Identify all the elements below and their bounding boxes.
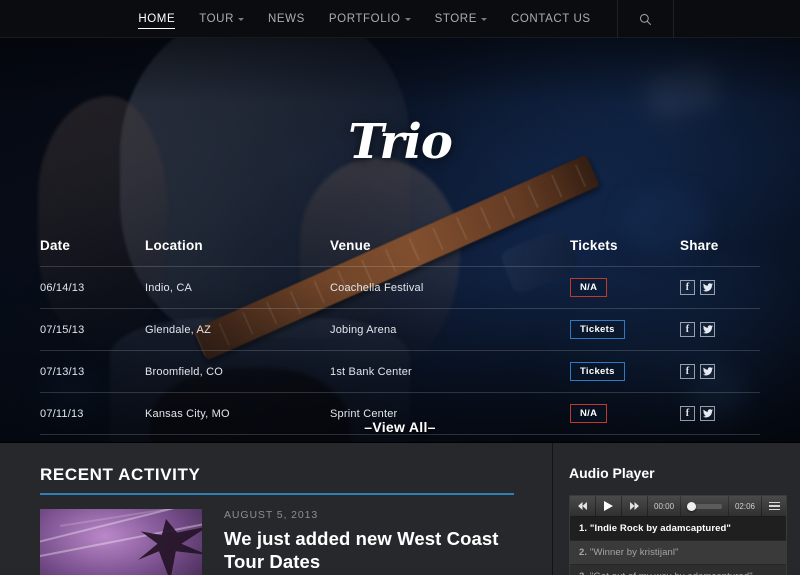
twitter-bird-icon — [702, 283, 713, 292]
current-time-label: 00:00 — [648, 496, 682, 516]
active-underline — [138, 28, 176, 29]
sidebar-column: Audio Player 00:00 02:06 1. "Indie Rock … — [553, 443, 800, 575]
top-navigation-bar: HOME TOUR NEWS PORTFOLIO STORE CONTACT U… — [0, 0, 800, 38]
audio-player-widget: 00:00 02:06 1. "Indie Rock by adamcaptur… — [569, 495, 787, 575]
playlist-item[interactable]: 2. "Winner by kristijanl" — [570, 541, 786, 565]
share-group: f — [680, 364, 760, 379]
seek-slider[interactable] — [681, 496, 728, 516]
lower-section: RECENT ACTIVITY AUGUST 5, 2013 We just a… — [0, 442, 800, 575]
post-title[interactable]: We just added new West Coast Tour Dates — [224, 528, 514, 573]
table-row: 07/13/13 Broomfield, CO 1st Bank Center … — [40, 350, 760, 393]
ticket-button[interactable]: N/A — [570, 278, 608, 297]
playlist-icon[interactable] — [762, 496, 786, 516]
chevron-down-icon — [238, 18, 244, 21]
site-logo[interactable]: Trio — [0, 114, 800, 170]
cell-share: f — [680, 308, 760, 351]
player-controls-bar: 00:00 02:06 — [570, 496, 786, 517]
twitter-bird-icon — [702, 409, 713, 418]
seek-track — [695, 503, 722, 509]
column-header-date: Date — [40, 238, 71, 253]
column-header-tickets: Tickets — [570, 238, 618, 253]
nav-label: STORE — [434, 13, 477, 25]
cell-share: f — [680, 266, 760, 309]
forward-glyph — [630, 502, 639, 510]
track-number: 1. — [579, 523, 588, 534]
section-title-recent-activity: RECENT ACTIVITY — [40, 465, 201, 484]
twitter-share-icon[interactable] — [700, 364, 715, 379]
ticket-button[interactable]: Tickets — [570, 320, 625, 339]
post-thumbnail[interactable] — [40, 509, 202, 575]
table-header-row: Date Location Venue Tickets Share — [40, 238, 760, 267]
search-icon — [639, 13, 651, 25]
cell-location: Glendale, AZ — [145, 308, 330, 351]
track-number: 2. — [579, 547, 588, 558]
ticket-button[interactable]: Tickets — [570, 362, 625, 381]
total-time-label: 02:06 — [727, 496, 762, 516]
chevron-down-icon — [480, 18, 487, 21]
nav-label: NEWS — [268, 13, 305, 25]
nav-item-tour[interactable]: TOUR — [187, 0, 256, 38]
play-glyph — [604, 501, 613, 511]
cell-date: 07/15/13 — [40, 308, 145, 351]
facebook-share-icon[interactable]: f — [680, 322, 695, 337]
twitter-bird-icon — [702, 325, 713, 334]
facebook-share-icon[interactable]: f — [680, 364, 695, 379]
playlist-item[interactable]: 1. "Indie Rock by adamcaptured" — [570, 517, 786, 541]
track-title: "Winner by kristijanl" — [589, 547, 679, 558]
tour-dates-table: Date Location Venue Tickets Share 06/14/… — [40, 238, 760, 435]
seek-handle[interactable] — [687, 501, 697, 511]
title-divider — [40, 493, 514, 495]
track-title: "Get out of my way by adamcaptured" — [590, 571, 753, 575]
share-group: f — [680, 280, 760, 295]
cell-date: 06/14/13 — [40, 266, 145, 309]
view-all-link[interactable]: –View All– — [0, 419, 800, 435]
table-row: 07/15/13 Glendale, AZ Jobing Arena Ticke… — [40, 308, 760, 351]
table-row: 06/14/13 Indio, CA Coachella Festival N/… — [40, 266, 760, 309]
cell-location: Indio, CA — [145, 266, 330, 309]
search-button[interactable] — [616, 0, 674, 38]
nav-item-contact-us[interactable]: CONTACT US — [499, 0, 603, 38]
nav-label: HOME — [138, 13, 176, 25]
widget-title-audio-player: Audio Player — [569, 465, 655, 481]
cell-share: f — [680, 350, 760, 393]
recent-activity-column: RECENT ACTIVITY AUGUST 5, 2013 We just a… — [0, 443, 553, 575]
column-header-location: Location — [145, 238, 203, 253]
share-group: f — [680, 322, 760, 337]
column-header-share: Share — [680, 238, 719, 253]
nav-label: CONTACT US — [510, 13, 591, 25]
track-title: "Indie Rock by adamcaptured" — [589, 523, 732, 534]
post-date: AUGUST 5, 2013 — [224, 509, 319, 521]
column-header-venue: Venue — [330, 238, 371, 253]
nav-item-portfolio[interactable]: PORTFOLIO — [317, 0, 423, 38]
facebook-share-icon[interactable]: f — [680, 280, 695, 295]
cell-location: Broomfield, CO — [145, 350, 330, 393]
cell-venue: 1st Bank Center — [330, 350, 570, 393]
nav-label: PORTFOLIO — [328, 13, 401, 25]
cell-date: 07/13/13 — [40, 350, 145, 393]
track-number: 3. — [579, 571, 587, 575]
fast-forward-icon[interactable] — [622, 496, 648, 516]
hero-section: Trio Date Location Venue Tickets Share 0… — [0, 38, 800, 442]
chevron-down-icon — [404, 18, 411, 21]
play-icon[interactable] — [596, 496, 622, 516]
nav-label: TOUR — [199, 13, 234, 25]
nav-item-home[interactable]: HOME — [126, 0, 187, 38]
main-nav: HOME TOUR NEWS PORTFOLIO STORE CONTACT U… — [126, 0, 674, 38]
twitter-bird-icon — [702, 367, 713, 376]
cell-tickets: Tickets — [570, 308, 680, 351]
playlist-item[interactable]: 3. "Get out of my way by adamcaptured" — [570, 565, 786, 575]
post-item: AUGUST 5, 2013 We just added new West Co… — [40, 509, 514, 575]
rewind-icon[interactable] — [570, 496, 596, 516]
stage-rig-silhouette — [138, 519, 202, 575]
nav-item-store[interactable]: STORE — [423, 0, 499, 38]
rewind-glyph — [578, 502, 587, 510]
cell-venue: Jobing Arena — [330, 308, 570, 351]
cell-venue: Coachella Festival — [330, 266, 570, 309]
twitter-share-icon[interactable] — [700, 280, 715, 295]
cell-tickets: Tickets — [570, 350, 680, 393]
nav-item-news[interactable]: NEWS — [256, 0, 317, 38]
twitter-share-icon[interactable] — [700, 322, 715, 337]
post-text: AUGUST 5, 2013 We just added new West Co… — [224, 509, 514, 575]
cell-tickets: N/A — [570, 266, 680, 309]
